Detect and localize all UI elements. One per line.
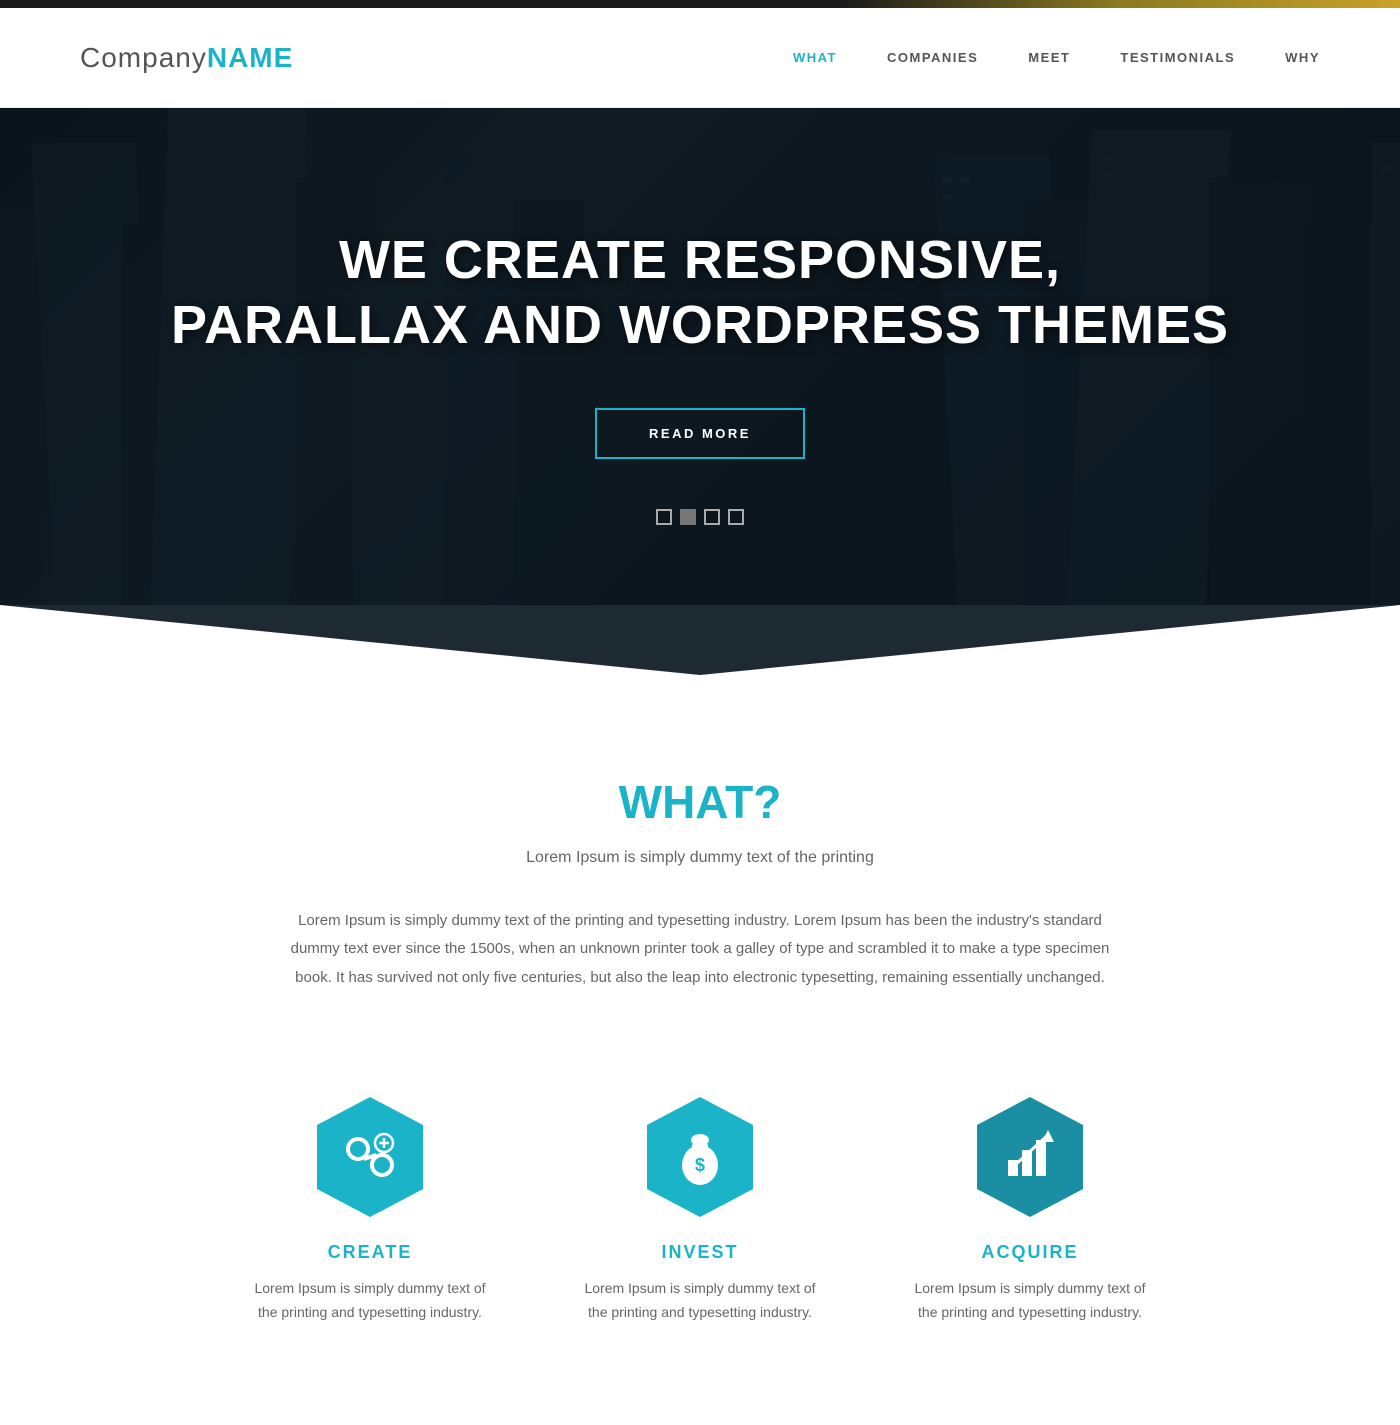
feature-acquire: ACQUIRE Lorem Ipsum is simply dummy text… [905,1092,1155,1325]
invest-title: INVEST [661,1242,738,1263]
nav-meet[interactable]: MEET [1028,50,1070,65]
create-desc: Lorem Ipsum is simply dummy text of the … [245,1277,495,1325]
header: CompanyNAME WHAT COMPANIES MEET TESTIMON… [0,8,1400,108]
acquire-title: ACQUIRE [981,1242,1078,1263]
what-subtitle: Lorem Ipsum is simply dummy text of the … [200,849,1200,867]
what-title: WHAT? [200,775,1200,829]
main-nav: WHAT COMPANIES MEET TESTIMONIALS WHY [793,50,1320,65]
slider-dots [656,509,744,525]
feature-invest: $ INVEST Lorem Ipsum is simply dummy tex… [575,1092,825,1325]
dot-1[interactable] [656,509,672,525]
hero-read-more-button[interactable]: READ MORE [595,408,805,459]
invest-icon: $ [635,1092,765,1222]
dot-4[interactable] [728,509,744,525]
acquire-desc: Lorem Ipsum is simply dummy text of the … [905,1277,1155,1325]
create-icon [305,1092,435,1222]
feature-create: CREATE Lorem Ipsum is simply dummy text … [245,1092,495,1325]
hero-chevron-shape [0,605,1400,675]
nav-testimonials[interactable]: TESTIMONIALS [1120,50,1235,65]
nav-why[interactable]: WHY [1285,50,1320,65]
hero-content: WE CREATE RESPONSIVE, PARALLAX AND WORDP… [0,108,1400,605]
what-section: WHAT? Lorem Ipsum is simply dummy text o… [0,755,1400,1053]
dot-2[interactable] [680,509,696,525]
acquire-icon [965,1092,1095,1222]
logo-text-light: Company [80,42,207,73]
nav-companies[interactable]: COMPANIES [887,50,978,65]
hero-title-line1: WE CREATE RESPONSIVE, [171,228,1229,293]
logo-text-bold: NAME [207,42,293,73]
hero-section: WE CREATE RESPONSIVE, PARALLAX AND WORDP… [0,108,1400,675]
logo: CompanyNAME [80,42,293,74]
hero-title: WE CREATE RESPONSIVE, PARALLAX AND WORDP… [171,228,1229,358]
hero-title-line2: PARALLAX AND WORDPRESS THEMES [171,293,1229,358]
dot-3[interactable] [704,509,720,525]
features-section: CREATE Lorem Ipsum is simply dummy text … [0,1052,1400,1425]
what-body: Lorem Ipsum is simply dummy text of the … [290,907,1110,993]
invest-desc: Lorem Ipsum is simply dummy text of the … [575,1277,825,1325]
svg-text:$: $ [695,1155,705,1175]
top-bar [0,0,1400,8]
nav-what[interactable]: WHAT [793,50,837,65]
create-title: CREATE [328,1242,413,1263]
